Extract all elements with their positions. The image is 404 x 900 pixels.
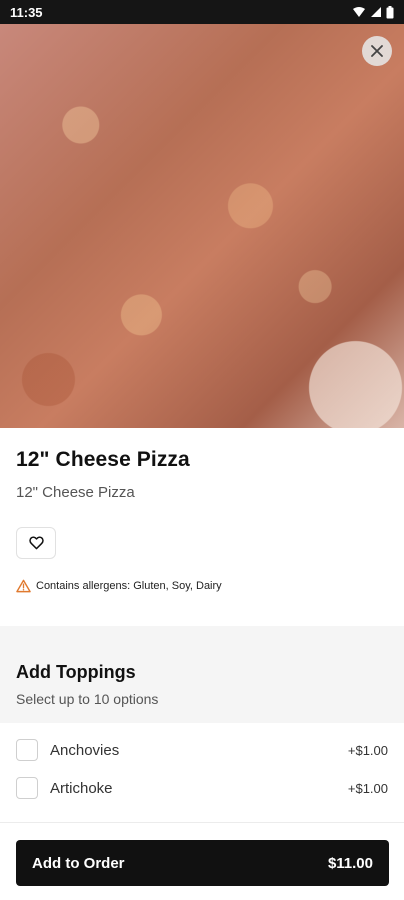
- battery-icon: [386, 5, 394, 18]
- option-price: +$1.00: [347, 780, 388, 796]
- checkbox[interactable]: [16, 777, 38, 799]
- favorite-button[interactable]: [16, 527, 56, 559]
- order-total: $11.00: [327, 854, 373, 872]
- checkbox[interactable]: [16, 739, 38, 761]
- item-hero-image: [0, 24, 404, 428]
- status-bar: 11:35: [0, 0, 404, 24]
- toppings-subtitle: Select up to 10 options: [16, 691, 159, 707]
- option-price: +$1.00: [347, 742, 388, 758]
- allergen-warning: Contains allergens: Gluten, Soy, Dairy: [16, 579, 388, 593]
- topping-option-anchovies[interactable]: Anchovies +$1.00: [0, 731, 404, 769]
- add-to-order-label: Add to Order: [32, 854, 125, 872]
- toppings-options-list: Anchovies +$1.00 Artichoke +$1.00: [0, 731, 404, 807]
- option-label: Anchovies: [50, 741, 120, 759]
- status-time: 11:35: [10, 4, 43, 20]
- toppings-section-header: Add Toppings Select up to 10 options: [0, 626, 404, 723]
- item-title: 12" Cheese Pizza: [16, 448, 190, 471]
- close-button[interactable]: [362, 36, 392, 66]
- item-subtitle: 12" Cheese Pizza: [16, 484, 135, 501]
- close-icon: [371, 45, 383, 57]
- topping-option-artichoke[interactable]: Artichoke +$1.00: [0, 769, 404, 807]
- allergen-text: Contains allergens: Gluten, Soy, Dairy: [36, 580, 222, 592]
- heart-outline-icon: [28, 536, 44, 550]
- item-details: 12" Cheese Pizza 12" Cheese Pizza Contai…: [16, 448, 388, 593]
- add-to-order-button[interactable]: Add to Order $11.00: [16, 840, 389, 886]
- wifi-icon: [353, 7, 365, 17]
- toppings-title: Add Toppings: [16, 662, 136, 682]
- status-icons: [352, 5, 394, 19]
- warning-icon: [16, 579, 31, 593]
- signal-icon: [371, 7, 381, 17]
- option-label: Artichoke: [50, 779, 113, 797]
- footer-bar: Add to Order $11.00: [0, 822, 404, 900]
